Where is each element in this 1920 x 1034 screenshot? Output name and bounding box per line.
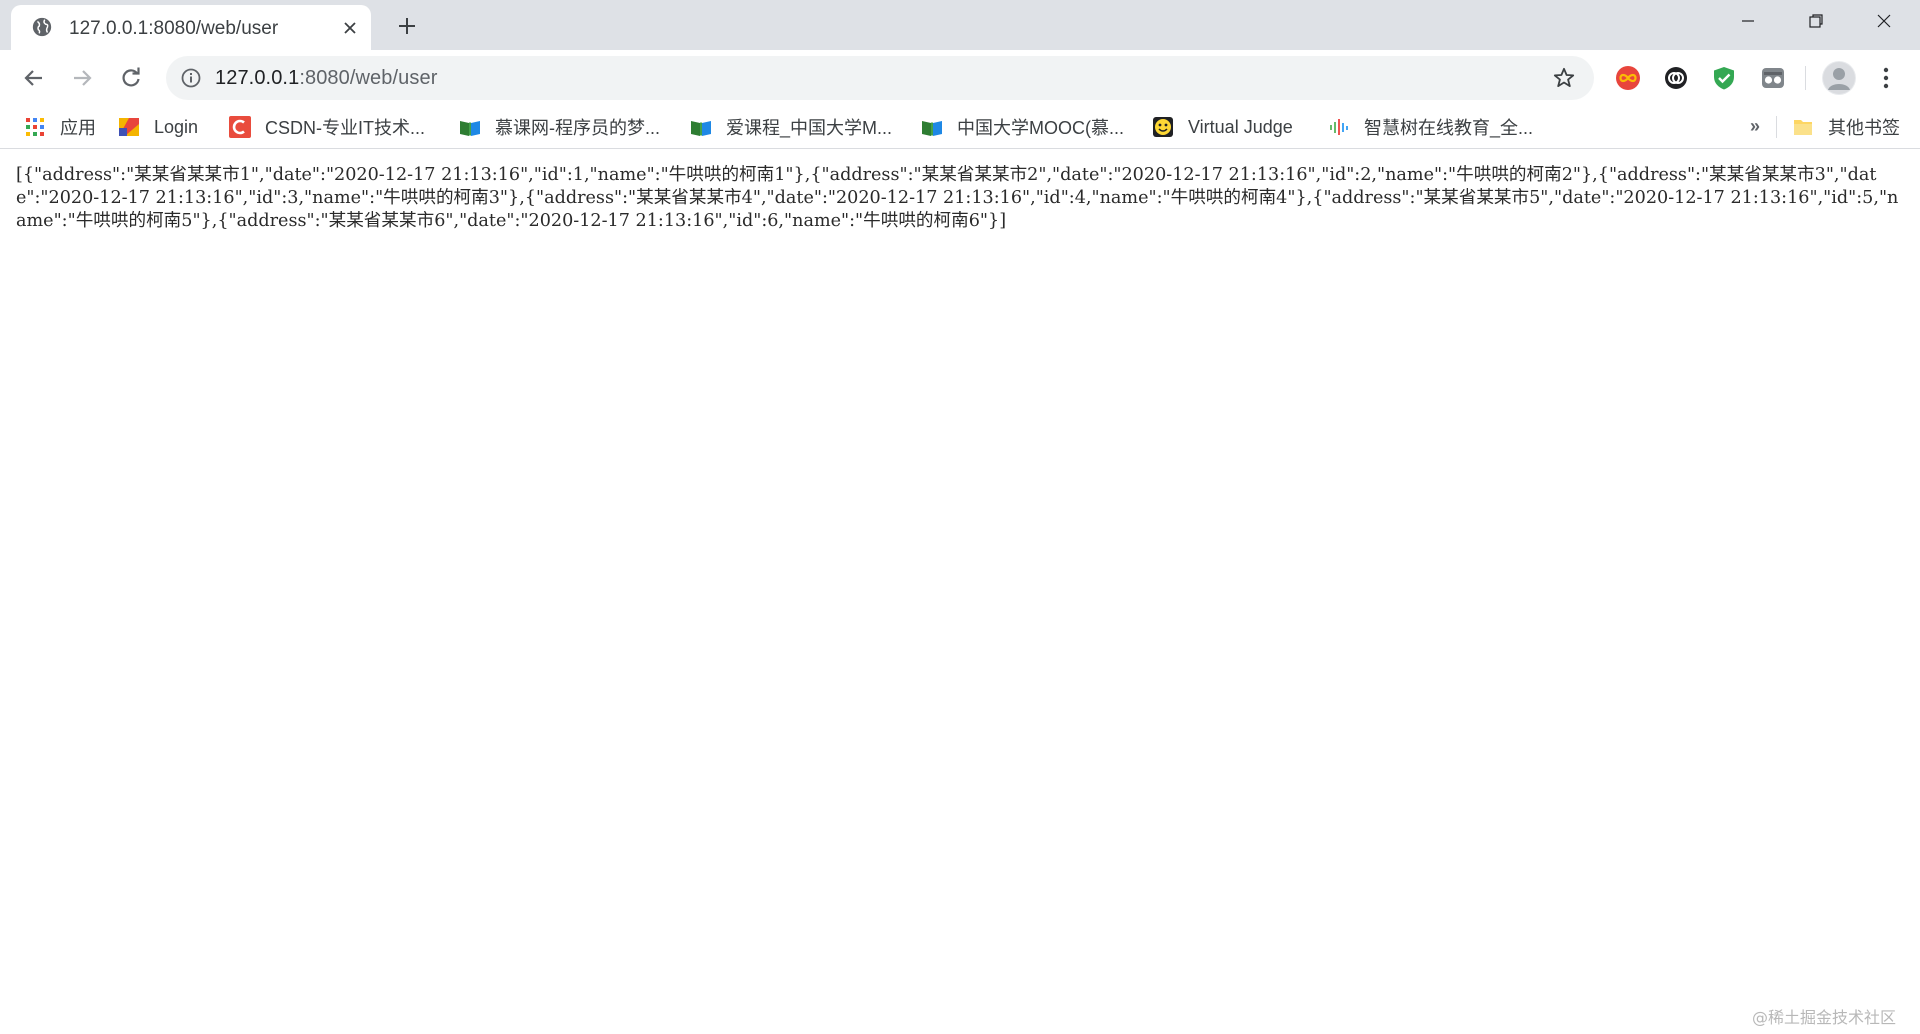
bookmark-virtual-judge[interactable]: Virtual Judge bbox=[1152, 112, 1293, 142]
bookmark-star-icon[interactable] bbox=[1552, 66, 1576, 90]
folder-icon bbox=[1794, 120, 1812, 135]
bookmark-csdn[interactable]: CSDN-专业IT技术... bbox=[229, 112, 425, 142]
bookmark-apps[interactable]: 应用 bbox=[24, 112, 96, 142]
virtual-judge-icon bbox=[1153, 117, 1173, 137]
audio-bars-icon bbox=[1330, 119, 1348, 135]
bookmark-label: 爱课程_中国大学M... bbox=[726, 118, 893, 138]
close-icon bbox=[1877, 14, 1891, 28]
globe-icon bbox=[32, 17, 52, 37]
bookmark-label: CSDN-专业IT技术... bbox=[265, 118, 425, 138]
back-button[interactable] bbox=[18, 62, 50, 94]
bookmarks-bar: 应用 Login CSDN-专业IT技术... 慕课网-程序员的梦... 爱课程… bbox=[0, 106, 1920, 148]
tab-strip: 127.0.0.1:8080/web/user bbox=[0, 0, 1920, 50]
minimize-icon bbox=[1742, 20, 1754, 22]
profile-avatar-button[interactable] bbox=[1822, 61, 1856, 95]
url-text[interactable]: 127.0.0.1:8080/web/user bbox=[215, 67, 437, 90]
bookmark-imooc[interactable]: 慕课网-程序员的梦... bbox=[459, 112, 660, 142]
forward-button[interactable] bbox=[66, 62, 98, 94]
address-bar[interactable]: 127.0.0.1:8080/web/user bbox=[166, 56, 1594, 100]
bookmark-login[interactable]: Login bbox=[118, 112, 198, 142]
bookmarks-divider bbox=[1776, 116, 1777, 138]
shield-check-icon bbox=[1714, 67, 1734, 90]
book-icon bbox=[691, 121, 711, 136]
window-restore-button[interactable] bbox=[1784, 0, 1848, 42]
extension-shield-button[interactable] bbox=[1710, 64, 1738, 92]
bookmark-label: Virtual Judge bbox=[1188, 116, 1293, 137]
bookmark-label: 其他书签 bbox=[1828, 118, 1900, 138]
close-icon bbox=[344, 22, 356, 34]
extension-link-button[interactable] bbox=[1662, 64, 1690, 92]
arrow-left-icon bbox=[24, 70, 42, 86]
bookmark-icourse[interactable]: 爱课程_中国大学M... bbox=[690, 112, 892, 142]
bookmark-label: 应用 bbox=[60, 118, 96, 138]
window-close-button[interactable] bbox=[1852, 0, 1916, 42]
bookmark-label: 中国大学MOOC(慕... bbox=[957, 118, 1124, 138]
reload-icon bbox=[122, 67, 140, 87]
new-tab-button[interactable] bbox=[392, 11, 422, 41]
tab-close-button[interactable] bbox=[339, 17, 361, 39]
bookmark-zhihuishu[interactable]: 智慧树在线教育_全... bbox=[1328, 112, 1533, 142]
bookmark-label: 慕课网-程序员的梦... bbox=[495, 118, 660, 138]
tab-title: 127.0.0.1:8080/web/user bbox=[69, 18, 279, 39]
extension-incognito-button[interactable] bbox=[1759, 64, 1787, 92]
browser-menu-button[interactable] bbox=[1872, 64, 1900, 92]
restore-icon bbox=[1809, 14, 1823, 28]
bookmark-label: Login bbox=[154, 116, 199, 137]
bookmark-label: 智慧树在线教育_全... bbox=[1364, 118, 1534, 138]
reload-button[interactable] bbox=[115, 62, 147, 94]
bookmarks-overflow-button[interactable]: » bbox=[1743, 114, 1767, 138]
browser-toolbar: 127.0.0.1:8080/web/user bbox=[0, 50, 1920, 106]
book-icon bbox=[922, 121, 942, 136]
avatar-icon bbox=[1823, 62, 1855, 94]
toolbar-bottom-border bbox=[0, 148, 1920, 149]
book-icon bbox=[460, 121, 480, 136]
more-vert-icon bbox=[1883, 67, 1889, 89]
login-icon bbox=[119, 118, 139, 136]
watermark: @稀土掘金技术社区 bbox=[1752, 1008, 1897, 1027]
info-icon[interactable] bbox=[180, 67, 202, 89]
tab-active[interactable]: 127.0.0.1:8080/web/user bbox=[11, 5, 371, 50]
bookmark-other-folder[interactable]: 其他书签 bbox=[1792, 112, 1900, 142]
arrow-right-icon bbox=[74, 70, 92, 86]
extension-infinity-button[interactable] bbox=[1614, 64, 1642, 92]
toolbar-divider bbox=[1805, 66, 1806, 90]
plus-icon bbox=[399, 18, 415, 34]
extension-puzzle-icon bbox=[1762, 68, 1784, 88]
apps-grid-icon bbox=[26, 118, 44, 136]
csdn-icon bbox=[229, 116, 251, 138]
bookmark-mooc[interactable]: 中国大学MOOC(慕... bbox=[921, 112, 1124, 142]
browser-window: 127.0.0.1:8080/web/user 127.0.0.1:8080/w… bbox=[0, 0, 1920, 1034]
json-response-text: [{"address":"某某省某某市1","date":"2020-12-17… bbox=[16, 165, 1899, 231]
infinity-icon bbox=[1616, 66, 1640, 90]
url-host: 127.0.0.1 bbox=[215, 67, 300, 89]
window-minimize-button[interactable] bbox=[1716, 0, 1780, 42]
link-circle-icon bbox=[1665, 67, 1687, 89]
url-path: :8080/web/user bbox=[299, 67, 438, 89]
